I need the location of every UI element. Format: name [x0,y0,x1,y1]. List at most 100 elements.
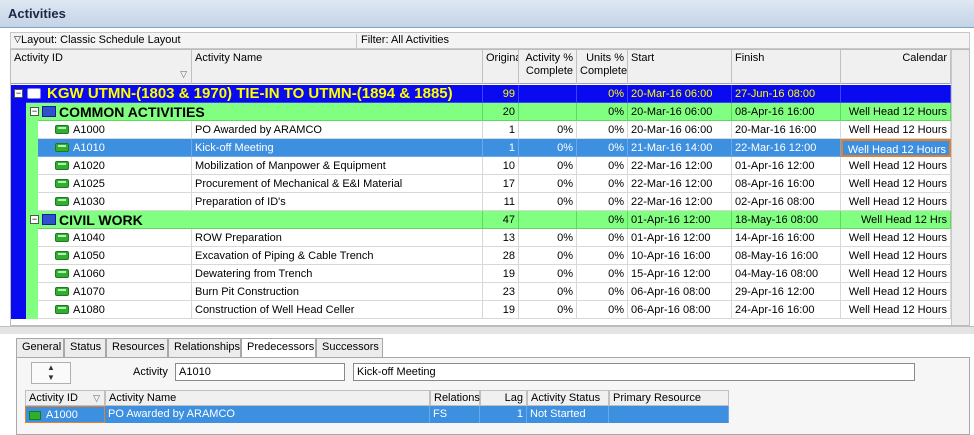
cell-orig[interactable]: 11 [483,193,519,211]
cell-id[interactable]: A1070 [11,283,192,301]
cell-start[interactable]: 21-Mar-16 14:00 [628,139,732,157]
col-header-calendar[interactable]: Calendar [841,50,951,84]
pred-cell-id[interactable]: A1000 [25,406,105,423]
cell-cal[interactable]: Well Head 12 Hours [841,301,951,319]
wbs-row[interactable]: CIVIL WORK 47 0% 01-Apr-16 12:00 18-May-16 0… [11,211,969,229]
activity-row[interactable]: A1010 Kick-off Meeting 1 0% 0% 21-Mar-16 14:0… [11,139,969,157]
pred-col-activity-id[interactable]: Activity ID ▽ [25,390,105,406]
col-header-finish[interactable]: Finish [732,50,841,84]
cell-id[interactable]: A1000 [11,121,192,139]
cell-orig[interactable]: 10 [483,157,519,175]
cell-act[interactable] [519,85,577,103]
cell-id[interactable]: A1020 [11,157,192,175]
cell-orig[interactable]: 1 [483,139,519,157]
cell-finish[interactable]: 01-Apr-16 12:00 [732,157,841,175]
col-header-original[interactable]: Original [483,50,519,84]
cell-orig[interactable]: 20 [483,103,519,121]
project-row[interactable]: KGW UTMN-(1803 & 1970) TIE-IN TO UTMN-(1… [11,85,969,103]
cell-id[interactable]: CIVIL WORK [11,211,483,229]
cell-id[interactable]: A1030 [11,193,192,211]
cell-units[interactable]: 0% [577,229,628,247]
cell-finish[interactable]: 08-May-16 16:00 [732,247,841,265]
pred-col-primary-resource[interactable]: Primary Resource [609,390,729,406]
activity-row[interactable]: A1000 PO Awarded by ARAMCO 1 0% 0% 20-Mar-16 … [11,121,969,139]
cell-units[interactable]: 0% [577,85,628,103]
cell-finish[interactable]: 20-Mar-16 16:00 [732,121,841,139]
cell-start[interactable]: 15-Apr-16 12:00 [628,265,732,283]
cell-units[interactable]: 0% [577,265,628,283]
cell-act[interactable]: 0% [519,157,577,175]
cell-units[interactable]: 0% [577,157,628,175]
cell-start[interactable]: 22-Mar-16 12:00 [628,193,732,211]
cell-cal[interactable]: Well Head 12 Hours [841,265,951,283]
cell-act[interactable]: 0% [519,229,577,247]
col-header-activity-id[interactable]: Activity ID ▽ [11,50,192,84]
cell-units[interactable]: 0% [577,301,628,319]
cell-name[interactable]: PO Awarded by ARAMCO [192,121,483,139]
cell-start[interactable]: 06-Apr-16 08:00 [628,301,732,319]
cell-finish[interactable]: 08-Apr-16 16:00 [732,103,841,121]
tab-general[interactable]: General [16,338,64,357]
cell-units[interactable]: 0% [577,175,628,193]
cell-name[interactable]: Procurement of Mechanical & E&I Material [192,175,483,193]
cell-units[interactable]: 0% [577,283,628,301]
cell-units[interactable]: 0% [577,103,628,121]
cell-act[interactable]: 0% [519,121,577,139]
cell-cal[interactable]: Well Head 12 Hours [841,175,951,193]
cell-act[interactable]: 0% [519,247,577,265]
col-header-start[interactable]: Start [628,50,732,84]
cell-units[interactable]: 0% [577,139,628,157]
cell-name[interactable]: Preparation of ID's [192,193,483,211]
cell-start[interactable]: 01-Apr-16 12:00 [628,229,732,247]
cell-cal[interactable]: Well Head 12 Hours [841,103,951,121]
col-header-activity-name[interactable]: Activity Name [192,50,483,84]
cell-id[interactable]: A1040 [11,229,192,247]
cell-name[interactable]: Burn Pit Construction [192,283,483,301]
navigate-stepper[interactable]: ▲ ▼ [31,362,71,384]
cell-cal[interactable] [841,85,951,103]
cell-id[interactable]: A1010 [11,139,192,157]
cell-finish[interactable]: 08-Apr-16 16:00 [732,175,841,193]
cell-act[interactable]: 0% [519,283,577,301]
cell-start[interactable]: 10-Apr-16 16:00 [628,247,732,265]
activity-row[interactable]: A1040 ROW Preparation 13 0% 0% 01-Apr-16 12:0… [11,229,969,247]
cell-orig[interactable]: 19 [483,301,519,319]
activity-row[interactable]: A1070 Burn Pit Construction 23 0% 0% 06-Apr-1… [11,283,969,301]
cell-orig[interactable]: 47 [483,211,519,229]
cell-units[interactable]: 0% [577,193,628,211]
activity-row[interactable]: A1080 Construction of Well Head Celler 19 0… [11,301,969,319]
cell-act[interactable] [519,103,577,121]
cell-finish[interactable]: 04-May-16 08:00 [732,265,841,283]
tab-successors[interactable]: Successors [316,338,383,357]
cell-finish[interactable]: 02-Apr-16 08:00 [732,193,841,211]
activity-row[interactable]: A1020 Mobilization of Manpower & Equipmen… [11,157,969,175]
cell-orig[interactable]: 1 [483,121,519,139]
activity-row[interactable]: A1050 Excavation of Piping & Cable Trench… [11,247,969,265]
cell-act[interactable] [519,211,577,229]
pred-col-lag[interactable]: Lag [480,390,527,406]
cell-act[interactable]: 0% [519,139,577,157]
cell-orig[interactable]: 99 [483,85,519,103]
col-header-activity-pct[interactable]: Activity % Complete [519,50,577,84]
pred-col-activity-status[interactable]: Activity Status [527,390,609,406]
pred-cell-relation[interactable]: FS [430,406,480,423]
arrow-down-icon[interactable]: ▼ [32,373,70,383]
collapse-icon[interactable]: − [30,215,39,224]
filter-label[interactable]: Filter: All Activities [356,34,449,49]
cell-name[interactable]: ROW Preparation [192,229,483,247]
cell-id[interactable]: A1025 [11,175,192,193]
cell-cal[interactable]: Well Head 12 Hours [841,157,951,175]
cell-id[interactable]: A1050 [11,247,192,265]
cell-cal[interactable]: Well Head 12 Hours [841,139,951,157]
cell-act[interactable]: 0% [519,193,577,211]
pane-splitter[interactable] [0,326,974,334]
activity-row[interactable]: A1060 Dewatering from Trench 19 0% 0% 15-Apr-… [11,265,969,283]
cell-orig[interactable]: 19 [483,265,519,283]
cell-id[interactable]: A1080 [11,301,192,319]
tab-resources[interactable]: Resources [106,338,168,357]
cell-orig[interactable]: 23 [483,283,519,301]
cell-orig[interactable]: 17 [483,175,519,193]
cell-units[interactable]: 0% [577,247,628,265]
layout-selector[interactable]: Layout: Classic Schedule Layout [21,34,181,46]
cell-name[interactable]: Mobilization of Manpower & Equipment [192,157,483,175]
